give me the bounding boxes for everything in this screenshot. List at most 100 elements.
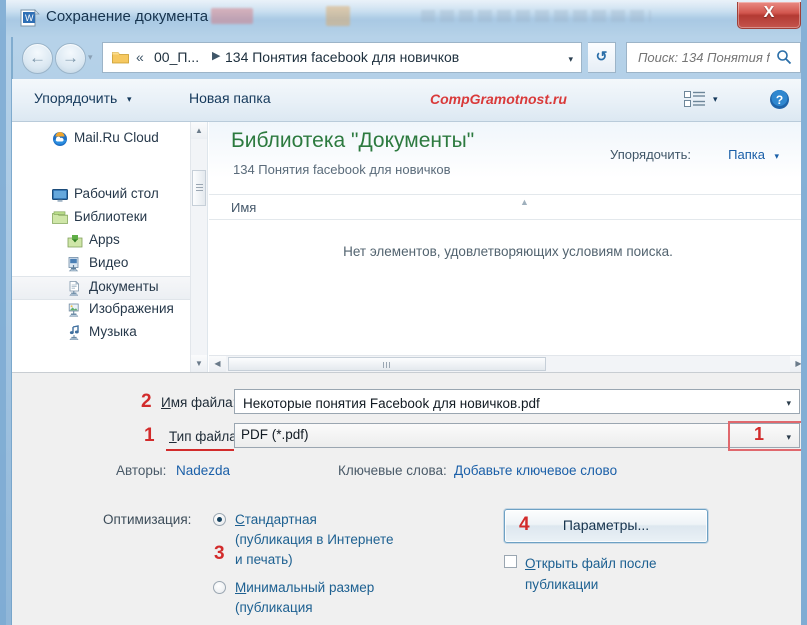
new-folder-button[interactable]: Новая папка (189, 90, 271, 106)
radio-selected-icon[interactable] (213, 513, 226, 526)
arrange-by-label: Упорядочить: (610, 147, 691, 162)
refresh-button[interactable]: ↺ (588, 42, 616, 73)
search-icon[interactable] (776, 49, 792, 65)
keywords-value[interactable]: Добавьте ключевое слово (454, 463, 617, 478)
file-name-label-accesskey: И (161, 395, 171, 410)
scrollbar-grip-icon (383, 362, 391, 368)
scroll-left-icon[interactable]: ◀ (209, 356, 226, 372)
search-box[interactable] (626, 42, 801, 73)
sidebar-item-video[interactable]: Видео (12, 253, 207, 275)
keywords-label: Ключевые слова: (338, 463, 447, 478)
sidebar-item-desktop[interactable]: Рабочий стол (12, 184, 207, 206)
sidebar-item-music[interactable]: Музыка (12, 322, 207, 344)
annotation-number-4: 4 (519, 514, 530, 535)
background-artifact (421, 10, 651, 22)
radio-standard-accesskey: С (235, 512, 245, 527)
sidebar-item-pictures[interactable]: Изображения (12, 299, 207, 321)
chevron-down-icon[interactable]: ▾ (774, 151, 779, 162)
sidebar-item-libraries[interactable]: Библиотеки (12, 207, 207, 229)
scroll-up-icon[interactable]: ▲ (191, 122, 207, 139)
column-header-name[interactable]: Имя (231, 200, 256, 215)
chevron-down-icon[interactable]: ▾ (127, 94, 132, 105)
chevron-down-icon[interactable]: ▾ (568, 54, 573, 65)
close-button[interactable]: X (737, 2, 801, 29)
chevron-down-icon[interactable]: ▾ (713, 94, 718, 105)
radio-standard-label: Стандартная (публикация в Интернете и пе… (235, 510, 395, 570)
options-button[interactable]: Параметры... (504, 509, 708, 543)
sidebar-item-apps[interactable]: Apps (12, 230, 207, 252)
library-subtitle: 134 Понятия facebook для новичков (233, 162, 451, 177)
annotation-number-3: 3 (214, 543, 225, 564)
svg-text:?: ? (776, 93, 783, 107)
desktop-icon (52, 187, 68, 203)
documents-icon (67, 280, 83, 296)
checkbox-unchecked-icon[interactable] (504, 555, 517, 568)
sidebar-item-label: Apps (89, 232, 120, 247)
file-list-pane: Библиотека "Документы" 134 Понятия faceb… (209, 122, 801, 372)
sidebar-item-label: Mail.Ru Cloud (74, 130, 159, 145)
sidebar-item-label: Рабочий стол (74, 186, 159, 201)
title-bar: W Сохранение документа X (6, 0, 801, 37)
address-bar[interactable]: « 00_П... ▶ 134 Понятия facebook для нов… (102, 42, 582, 73)
options-button-label: Параметры... (562, 517, 650, 533)
column-header-row: Имя ▲ (209, 194, 801, 220)
background-artifact (326, 6, 350, 26)
annotation-number-2: 2 (141, 391, 152, 412)
background-artifact (211, 8, 253, 24)
svg-text:W: W (25, 13, 34, 23)
music-icon (67, 325, 83, 341)
optimization-label: Оптимизация: (103, 512, 192, 527)
organize-button[interactable]: Упорядочить (34, 90, 117, 106)
radio-standard-rest: тандартная (публикация в Интернете и печ… (235, 512, 394, 567)
close-icon: X (763, 4, 775, 21)
scrollbar-thumb[interactable] (192, 170, 206, 206)
annotation-underline (166, 449, 234, 451)
scrollbar-grip-icon (196, 184, 203, 191)
file-name-input[interactable] (241, 393, 770, 413)
breadcrumb-overflow[interactable]: « (136, 49, 144, 65)
search-input[interactable] (636, 49, 772, 66)
breadcrumb-item-2[interactable]: 134 Понятия facebook для новичков (225, 49, 459, 65)
scroll-right-icon[interactable]: ▶ (790, 356, 801, 372)
file-type-combobox[interactable]: PDF (*.pdf) ▾ (234, 423, 800, 448)
recent-locations-caret-icon[interactable]: ▾ (88, 52, 93, 63)
arrange-by-value[interactable]: Папка (728, 147, 765, 162)
radio-unselected-icon[interactable] (213, 581, 226, 594)
authors-value[interactable]: Nadezda (176, 463, 230, 478)
window-title: Сохранение документа (46, 8, 209, 25)
pictures-icon (67, 302, 83, 318)
sidebar-item-mail-ru-cloud[interactable]: Mail.Ru Cloud (12, 128, 207, 150)
breadcrumb-chevron-icon[interactable]: ▶ (212, 49, 220, 62)
annotation-number-1-right: 1 (754, 424, 765, 444)
radio-minimal-rest: инимальный размер (публикация (235, 580, 375, 615)
open-after-publish-label: Открыть файл после публикации (525, 553, 705, 595)
breadcrumb-item-1[interactable]: 00_П... (154, 49, 199, 65)
file-type-label-accesskey: Т (169, 429, 177, 444)
panel-edge (803, 373, 807, 625)
authors-label: Авторы: (116, 463, 167, 478)
view-mode-icon[interactable] (684, 90, 706, 109)
sidebar-item-label: Изображения (89, 301, 174, 316)
file-name-combobox[interactable]: ▾ (234, 389, 800, 414)
watermark-text: CompGramotnost.ru (430, 91, 567, 107)
navigation-pane-scrollbar[interactable]: ▲ ▼ (190, 122, 207, 372)
help-icon[interactable]: ? (769, 89, 790, 110)
sidebar-item-label: Видео (89, 255, 129, 270)
file-name-label-rest: мя файла: (170, 395, 237, 410)
scroll-down-icon[interactable]: ▼ (191, 355, 207, 372)
sidebar-item-label: Библиотеки (74, 209, 148, 224)
sidebar-item-label: Документы (89, 279, 159, 294)
open-after-accesskey: О (525, 556, 536, 571)
navigation-pane: Mail.Ru Cloud Рабочий стол Библиотеки Ap… (12, 122, 208, 372)
back-button[interactable]: ← (22, 43, 53, 74)
scrollbar-thumb[interactable] (228, 357, 546, 371)
annotation-number-1: 1 (144, 425, 155, 446)
empty-results-message: Нет элементов, удовлетворяющих условиям … (343, 244, 673, 259)
refresh-icon: ↺ (595, 48, 608, 64)
file-browser-pane: Mail.Ru Cloud Рабочий стол Библиотеки Ap… (12, 122, 801, 372)
file-list-horizontal-scrollbar[interactable]: ◀ ▶ (209, 355, 801, 372)
chevron-down-icon[interactable]: ▾ (786, 398, 791, 409)
sidebar-item-documents[interactable]: Документы (12, 276, 207, 300)
forward-button[interactable]: → (55, 43, 86, 74)
library-title: Библиотека "Документы" (231, 129, 475, 152)
